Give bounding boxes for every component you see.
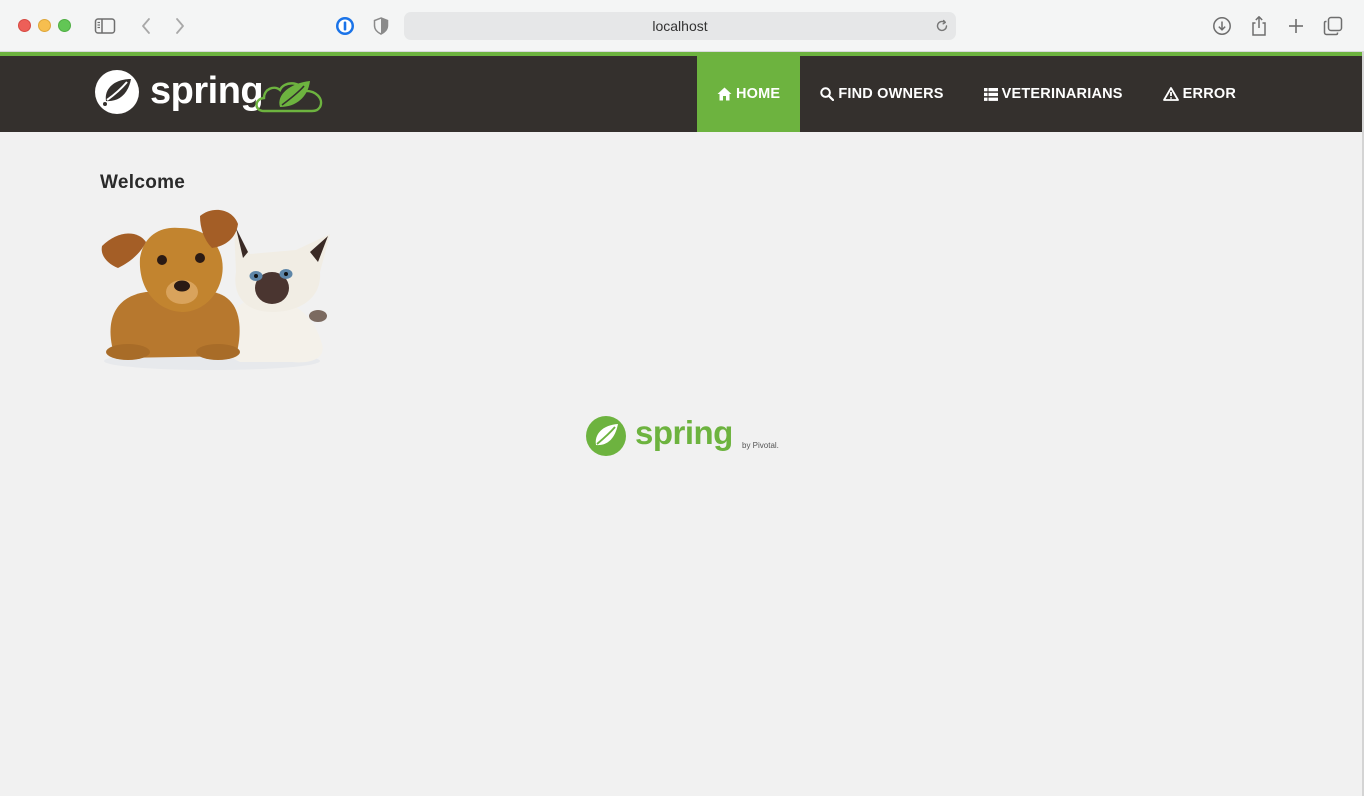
nav-menu: HOME FIND OWNERS VETERINARIANS ERROR bbox=[697, 56, 1256, 132]
zoom-window-button[interactable] bbox=[58, 19, 71, 32]
navbar: spring HOME FIND OWNERS VETERINARIANS ER… bbox=[0, 56, 1362, 132]
forward-icon[interactable] bbox=[168, 14, 192, 38]
pets-image bbox=[100, 206, 332, 372]
spring-logo[interactable]: spring bbox=[94, 67, 324, 117]
browser-toolbar: localhost bbox=[0, 0, 1364, 52]
nav-error-label: ERROR bbox=[1182, 86, 1237, 102]
nav-veterinarians-label: VETERINARIANS bbox=[1001, 86, 1123, 102]
downloads-icon[interactable] bbox=[1210, 14, 1234, 38]
password-manager-icon[interactable] bbox=[333, 14, 357, 38]
address-text: localhost bbox=[652, 18, 708, 34]
web-viewport: spring HOME FIND OWNERS VETERINARIANS ER… bbox=[0, 52, 1362, 796]
nav-home[interactable]: HOME bbox=[697, 56, 801, 132]
close-window-button[interactable] bbox=[18, 19, 31, 32]
nav-home-label: HOME bbox=[736, 86, 781, 102]
back-icon[interactable] bbox=[134, 14, 158, 38]
warning-icon bbox=[1162, 87, 1179, 101]
list-icon bbox=[983, 87, 998, 101]
nav-find-owners[interactable]: FIND OWNERS bbox=[800, 56, 963, 132]
footer-byline: by Pivotal. bbox=[742, 441, 779, 450]
navbar-logo-text: spring bbox=[150, 70, 263, 112]
nav-find-owners-label: FIND OWNERS bbox=[838, 86, 944, 102]
search-icon bbox=[820, 87, 835, 101]
tab-overview-icon[interactable] bbox=[1321, 14, 1345, 38]
new-tab-icon[interactable] bbox=[1284, 14, 1308, 38]
minimize-window-button[interactable] bbox=[38, 19, 51, 32]
share-icon[interactable] bbox=[1247, 14, 1271, 38]
address-bar[interactable]: localhost bbox=[404, 12, 956, 40]
sidebar-toggle-icon[interactable] bbox=[93, 14, 117, 38]
nav-error[interactable]: ERROR bbox=[1143, 56, 1256, 132]
reload-icon[interactable] bbox=[934, 18, 950, 34]
home-icon bbox=[717, 87, 732, 101]
privacy-shield-icon[interactable] bbox=[369, 14, 393, 38]
page-title: Welcome bbox=[100, 172, 186, 193]
footer-logo-text: spring bbox=[635, 414, 733, 451]
spring-by-pivotal-logo: spring by Pivotal. bbox=[585, 414, 785, 458]
nav-veterinarians[interactable]: VETERINARIANS bbox=[964, 56, 1143, 132]
